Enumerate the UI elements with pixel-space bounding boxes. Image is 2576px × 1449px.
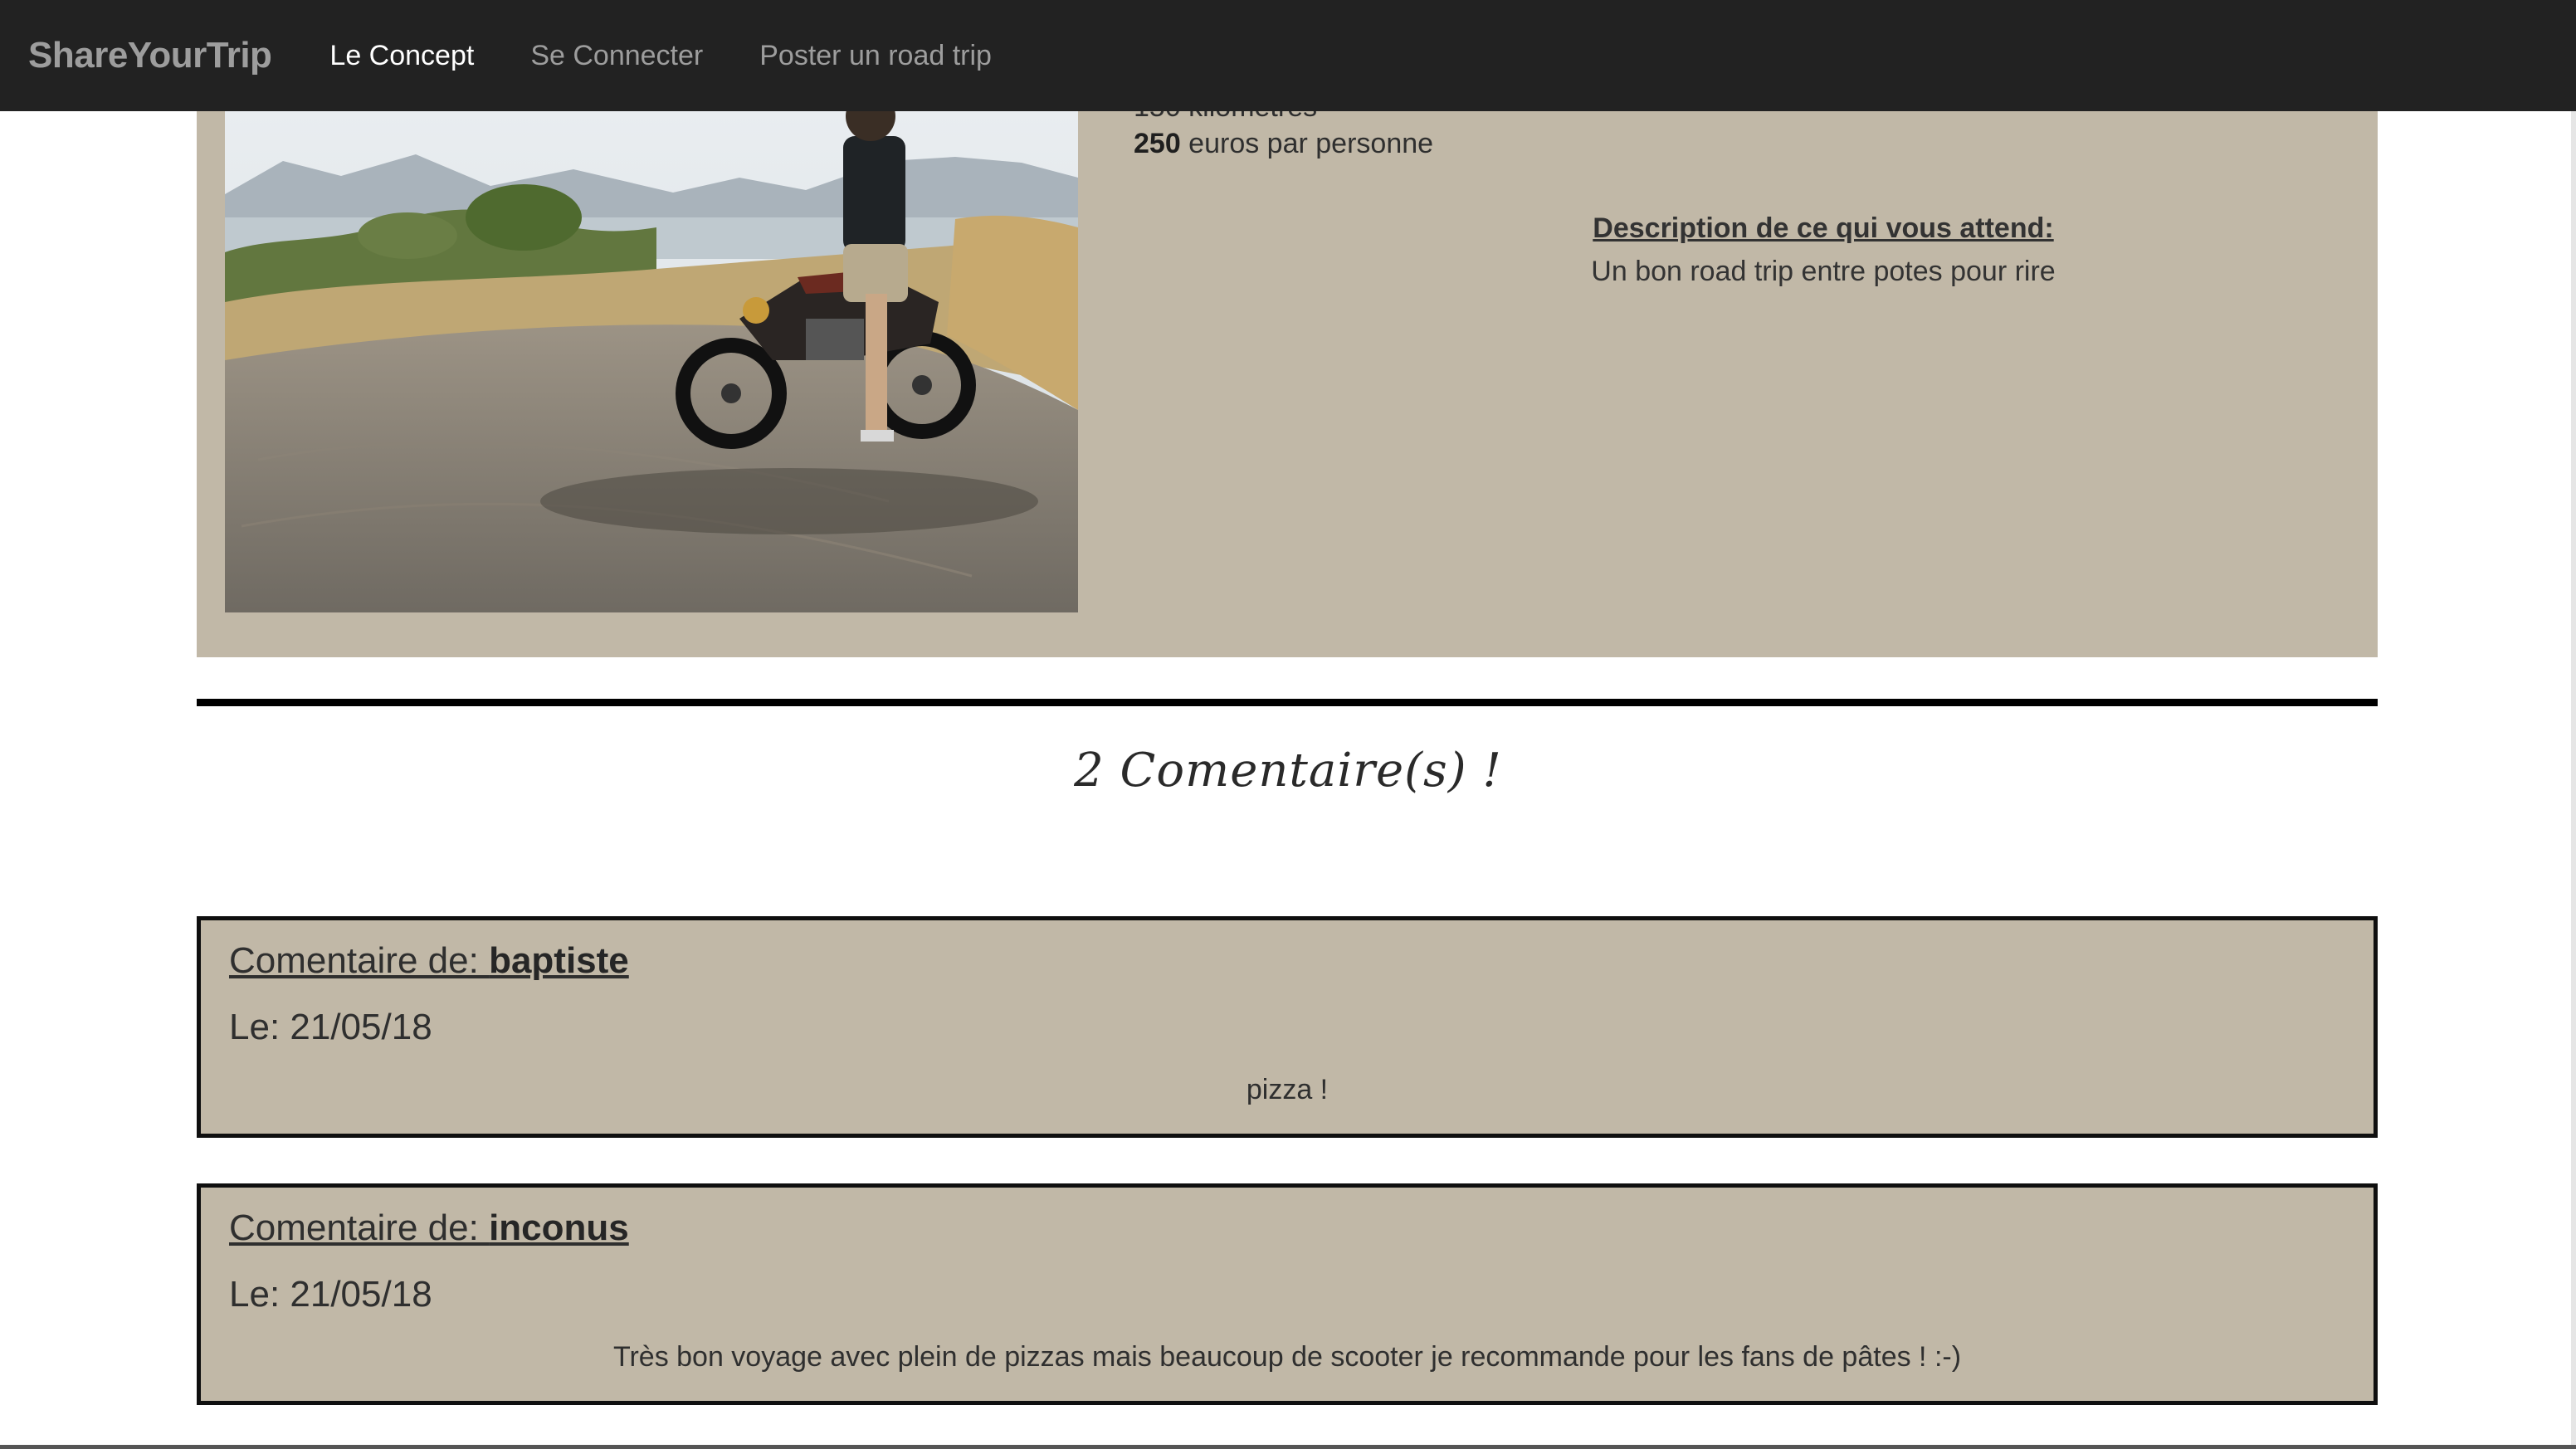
brand-logo[interactable]: ShareYourTrip: [28, 35, 272, 76]
nav-item-le-concept[interactable]: Le Concept: [329, 40, 474, 72]
top-navbar: ShareYourTrip Le Concept Se Connecter Po…: [0, 0, 2576, 111]
comment-author-name: inconus: [489, 1208, 629, 1248]
trip-distance: 150 kilomètres: [1134, 111, 1317, 124]
comment-card: Comentaire de: inconus Le: 21/05/18 Très…: [197, 1183, 2378, 1405]
comment-author-name: baptiste: [489, 940, 629, 981]
comments-count-heading: 2 Comentaire(s) !: [1074, 744, 1502, 798]
comment-author-prefix: Comentaire de:: [229, 1208, 490, 1248]
comment-text: Très bon voyage avec plein de pizzas mai…: [612, 1341, 1962, 1373]
comment-card: Comentaire de: baptiste Le: 21/05/18 piz…: [197, 916, 2378, 1138]
comment-date: Le: 21/05/18: [229, 1274, 432, 1315]
page-bottom-border: [0, 1445, 2576, 1449]
trip-price: 250 euros par personne: [1134, 128, 1433, 160]
nav-item-se-connecter[interactable]: Se Connecter: [530, 40, 703, 72]
trip-price-suffix: euros par personne: [1180, 128, 1434, 159]
comment-author-line: Comentaire de: inconus: [229, 1208, 629, 1249]
comment-author-line: Comentaire de: baptiste: [229, 940, 629, 982]
trip-price-value: 250: [1134, 128, 1181, 159]
comment-author-prefix: Comentaire de:: [229, 940, 490, 981]
section-divider: [197, 699, 2378, 706]
trip-photo: [225, 111, 1078, 612]
trip-details-panel: 150 kilomètres 250 euros par personne De…: [197, 111, 2378, 657]
description-title: Description de ce qui vous attend:: [1593, 212, 2054, 244]
nav-item-poster-road-trip[interactable]: Poster un road trip: [759, 40, 992, 72]
description-text: Un bon road trip entre potes pour rire: [1591, 256, 2056, 287]
comment-text: pizza !: [1246, 1074, 1329, 1105]
comment-date: Le: 21/05/18: [229, 1007, 432, 1047]
